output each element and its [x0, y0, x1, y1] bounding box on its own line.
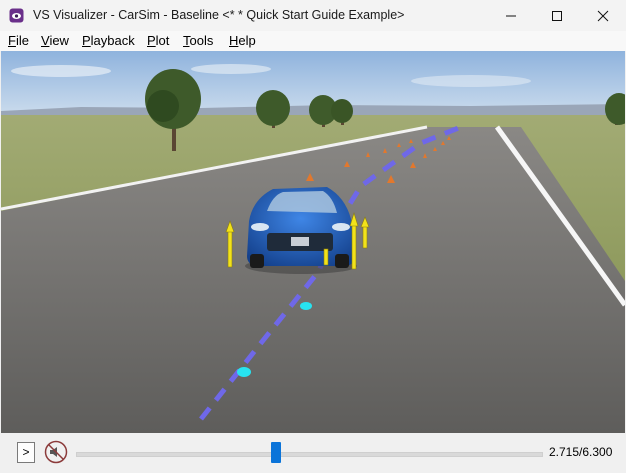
cloud: [411, 75, 531, 87]
title-bar: VS Visualizer - CarSim - Baseline <* * Q…: [0, 0, 626, 31]
cloud: [11, 65, 111, 77]
minimize-icon: [506, 15, 516, 16]
close-button[interactable]: [580, 0, 626, 31]
scene-render: [1, 51, 625, 433]
menu-help[interactable]: Help: [229, 33, 256, 48]
menu-tools[interactable]: Tools: [183, 33, 213, 48]
play-button[interactable]: >: [17, 442, 35, 463]
minimize-button[interactable]: [488, 0, 534, 31]
playback-slider-thumb[interactable]: [271, 442, 282, 463]
menu-playback[interactable]: Playback: [82, 33, 135, 48]
menu-bar: File View Playback Plot Tools Help: [0, 31, 626, 51]
menu-file[interactable]: File: [8, 33, 29, 48]
maximize-icon: [552, 10, 562, 21]
cloud: [191, 64, 271, 74]
menu-view[interactable]: View: [41, 33, 69, 48]
playback-control-bar: > 2.715/6.300: [0, 433, 626, 473]
window-title: VS Visualizer - CarSim - Baseline <* * Q…: [33, 8, 405, 22]
close-icon: [597, 10, 609, 21]
vs-visualizer-app-icon: [9, 8, 24, 23]
vehicle-model: [245, 187, 357, 274]
path-marker: [237, 367, 251, 377]
sound-off-icon[interactable]: [44, 440, 68, 464]
path-marker: [300, 302, 312, 310]
maximize-button[interactable]: [534, 0, 580, 31]
playback-slider-track[interactable]: [76, 452, 543, 457]
time-readout: 2.715/6.300: [549, 445, 613, 459]
menu-plot[interactable]: Plot: [147, 33, 169, 48]
3d-viewport[interactable]: [1, 51, 625, 433]
